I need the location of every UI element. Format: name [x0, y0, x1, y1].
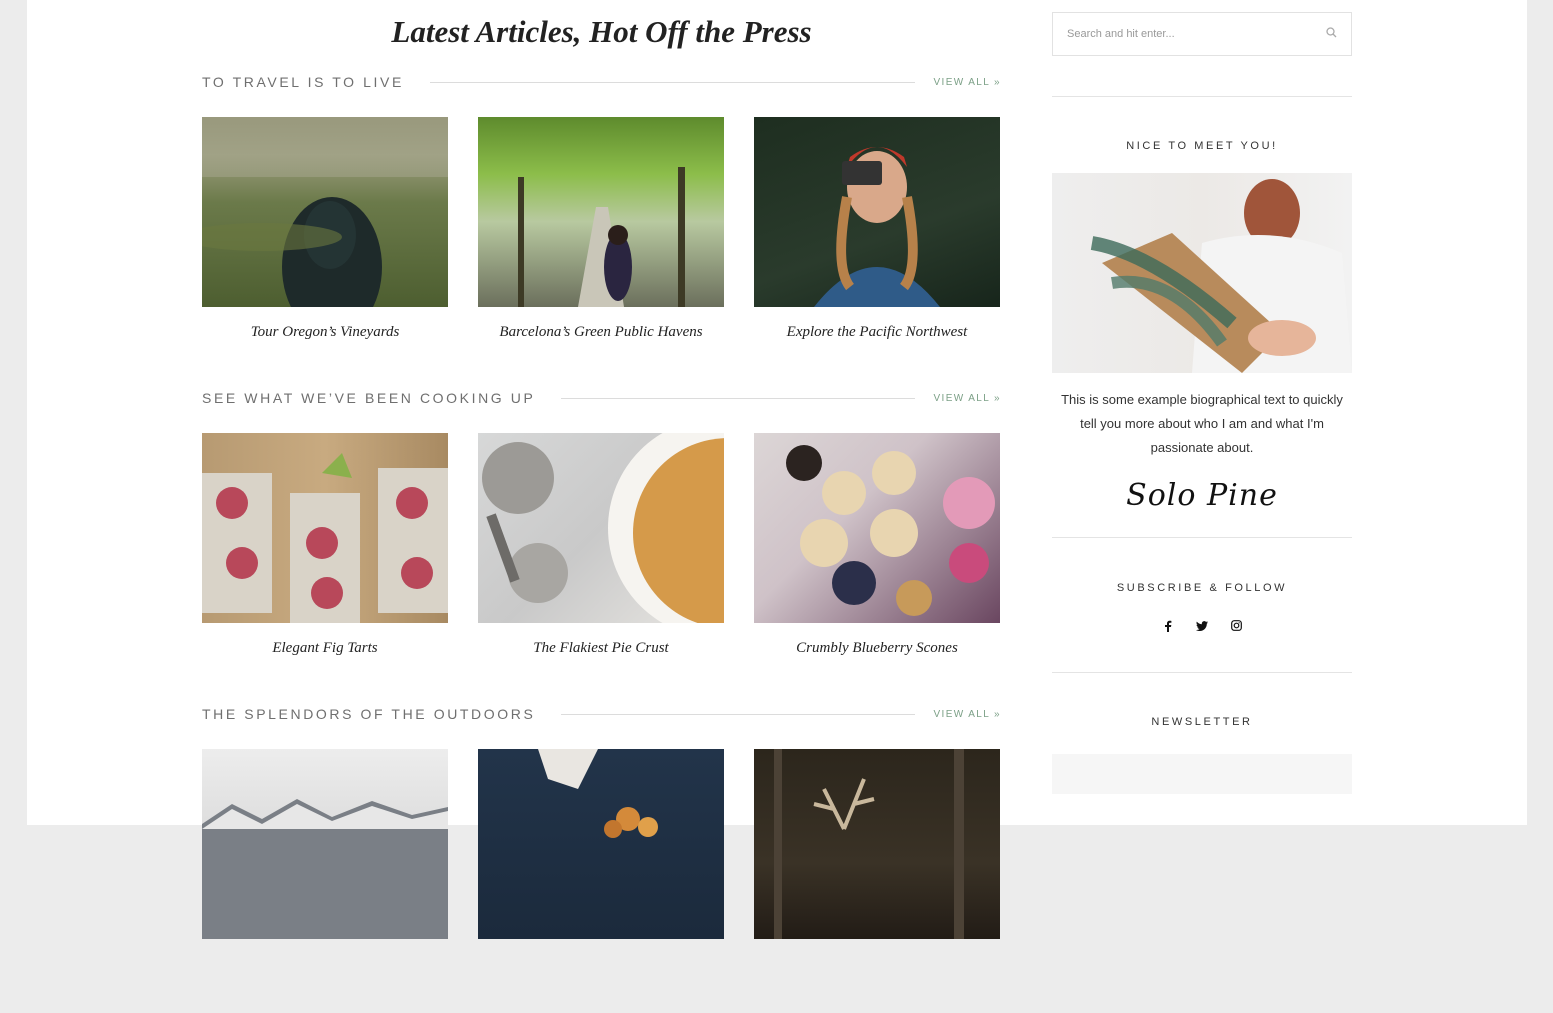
sidebar-divider — [1052, 96, 1352, 97]
category-section-travel: TO TRAVEL IS TO LIVE VIEW ALL » Tour Ore… — [202, 65, 1001, 381]
post-thumbnail[interactable] — [754, 749, 1000, 939]
social-links — [1052, 620, 1352, 635]
post-title[interactable]: Barcelona’s Green Public Havens — [478, 324, 724, 341]
post-card[interactable]: Explore the Pacific Northwest — [754, 117, 1000, 341]
newsletter-widget-title: NEWSLETTER — [1151, 716, 1253, 728]
author-signature: Solo Pine — [1126, 478, 1278, 513]
section-divider — [561, 397, 916, 399]
post-thumbnail[interactable] — [202, 117, 448, 307]
page-headline: Latest Articles, Hot Off the Press — [391, 14, 812, 49]
post-thumbnail[interactable] — [478, 433, 724, 623]
about-photo — [1052, 173, 1352, 373]
section-header: TO TRAVEL IS TO LIVE VIEW ALL » — [202, 65, 1001, 99]
post-card[interactable] — [478, 749, 724, 956]
about-widget-title: NICE TO MEET YOU! — [1126, 140, 1278, 152]
view-all-link[interactable]: VIEW ALL » — [915, 77, 1001, 88]
post-card[interactable]: Elegant Fig Tarts — [202, 433, 448, 657]
sidebar: NICE TO MEET YOU! This is some example b… — [1052, 0, 1352, 794]
newsletter-form[interactable] — [1052, 754, 1352, 794]
hooded-person-illustration — [202, 117, 448, 307]
post-thumbnail[interactable] — [478, 749, 724, 939]
twitter-icon[interactable] — [1196, 620, 1208, 635]
section-title: TO TRAVEL IS TO LIVE — [202, 74, 404, 90]
view-all-link[interactable]: VIEW ALL » — [915, 393, 1001, 404]
post-title[interactable]: Tour Oregon’s Vineyards — [202, 324, 448, 341]
sidebar-divider — [1052, 537, 1352, 538]
post-title[interactable]: The Flakiest Pie Crust — [478, 640, 724, 657]
post-thumbnail[interactable] — [202, 749, 448, 939]
post-card[interactable] — [202, 749, 448, 956]
section-divider — [561, 713, 916, 715]
park-path-illustration — [518, 167, 685, 307]
section-header: THE SPLENDORS OF THE OUTDOORS VIEW ALL » — [202, 697, 1001, 731]
dried-citrus-illustration — [538, 749, 658, 838]
post-card[interactable]: Tour Oregon’s Vineyards — [202, 117, 448, 341]
section-title: THE SPLENDORS OF THE OUTDOORS — [202, 706, 536, 722]
section-divider — [429, 81, 916, 83]
post-card[interactable]: Crumbly Blueberry Scones — [754, 433, 1000, 657]
post-thumbnail[interactable] — [754, 117, 1000, 307]
post-thumbnail[interactable] — [478, 117, 724, 307]
facebook-icon[interactable] — [1162, 620, 1174, 635]
post-title[interactable]: Elegant Fig Tarts — [202, 640, 448, 657]
pie-crust-illustration — [482, 433, 724, 623]
about-bio-text: This is some example biographical text t… — [1061, 392, 1343, 455]
section-header: SEE WHAT WE’VE BEEN COOKING UP VIEW ALL … — [202, 381, 1001, 415]
instagram-icon[interactable] — [1230, 620, 1242, 635]
category-section-outdoors: THE SPLENDORS OF THE OUTDOORS VIEW ALL » — [202, 697, 1001, 1013]
sidebar-divider — [1052, 672, 1352, 673]
search-input[interactable] — [1067, 28, 1287, 40]
page: Latest Articles, Hot Off the Press TO TR… — [27, 0, 1527, 939]
post-card[interactable]: The Flakiest Pie Crust — [478, 433, 724, 657]
post-card[interactable] — [754, 749, 1000, 956]
woman-with-camera-illustration — [814, 147, 940, 307]
section-title: SEE WHAT WE’VE BEEN COOKING UP — [202, 390, 536, 406]
post-title[interactable]: Explore the Pacific Northwest — [754, 324, 1000, 341]
search-icon[interactable] — [1326, 25, 1337, 43]
blueberry-scones-illustration — [786, 445, 995, 616]
fig-tarts-illustration — [202, 453, 448, 623]
woman-holding-bouquet-illustration — [1090, 179, 1352, 373]
view-all-link[interactable]: VIEW ALL » — [915, 709, 1001, 720]
follow-widget-title: SUBSCRIBE & FOLLOW — [1116, 582, 1288, 594]
category-section-cooking: SEE WHAT WE’VE BEEN COOKING UP VIEW ALL … — [202, 381, 1001, 697]
search-box[interactable] — [1052, 12, 1352, 56]
snowy-mountains-illustration — [202, 799, 448, 939]
post-thumbnail[interactable] — [202, 433, 448, 623]
antlers-illustration — [774, 749, 964, 939]
post-title[interactable]: Crumbly Blueberry Scones — [754, 640, 1000, 657]
post-card[interactable]: Barcelona’s Green Public Havens — [478, 117, 724, 341]
main-content: Latest Articles, Hot Off the Press TO TR… — [202, 0, 1001, 1013]
post-thumbnail[interactable] — [754, 433, 1000, 623]
